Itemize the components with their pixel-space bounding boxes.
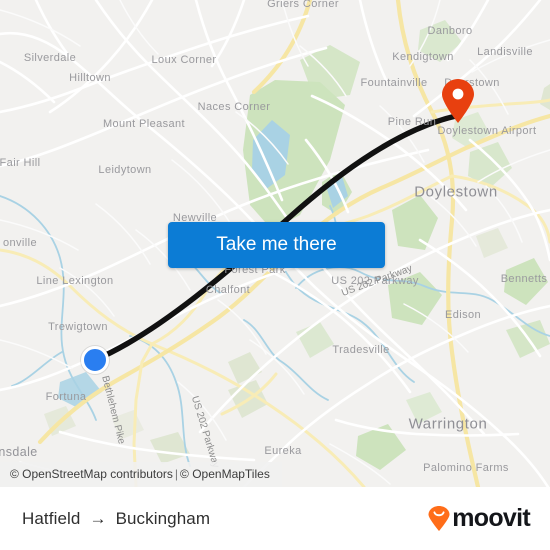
attribution-separator: | [174, 467, 179, 481]
moovit-wordmark: moovit [452, 504, 530, 532]
route-summary: Hatfield → Buckingham [22, 509, 210, 529]
osm-attribution-link[interactable]: © OpenStreetMap contributors [10, 467, 173, 481]
route-arrow-icon: → [89, 508, 107, 528]
map-canvas[interactable]: .rd { stroke:#ffffff; fill:none; stroke-… [0, 0, 550, 487]
origin-marker[interactable] [81, 346, 109, 374]
moovit-route-map-screenshot: .rd { stroke:#ffffff; fill:none; stroke-… [0, 0, 550, 550]
footer-bar: Hatfield → Buckingham moovit [0, 487, 550, 550]
destination-marker-pin[interactable] [441, 79, 475, 123]
openmaptiles-attribution-link[interactable]: © OpenMapTiles [180, 467, 270, 481]
take-me-there-button[interactable]: Take me there [168, 222, 385, 268]
moovit-logo[interactable]: moovit [427, 504, 531, 533]
map-pin-icon [442, 79, 474, 123]
map-attribution-bar: © OpenStreetMap contributors | © OpenMapTi… [0, 462, 282, 487]
route-destination-label: Buckingham [115, 508, 211, 528]
moovit-pin-icon [428, 506, 450, 531]
route-origin-label: Hatfield [22, 508, 81, 528]
